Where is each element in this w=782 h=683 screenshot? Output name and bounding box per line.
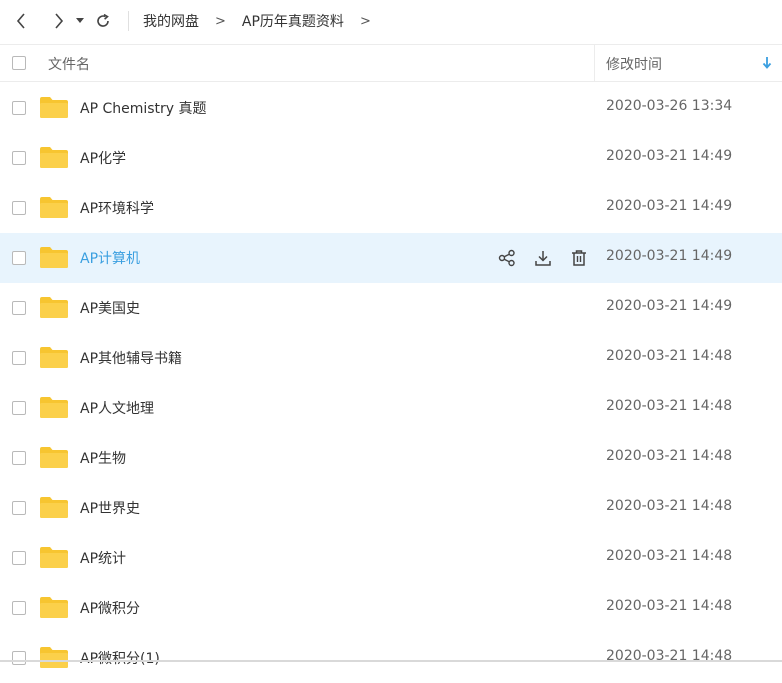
row-checkbox[interactable] — [12, 301, 26, 315]
breadcrumb-separator: > — [359, 13, 371, 29]
row-checkbox[interactable] — [12, 251, 26, 265]
folder-icon — [40, 97, 68, 118]
modified-time: 2020-03-21 14:49 — [606, 198, 733, 214]
folder-icon — [40, 347, 68, 368]
file-row[interactable]: AP环境科学 2020-03-21 14:49 — [0, 183, 782, 233]
delete-button[interactable] — [568, 247, 590, 269]
breadcrumb-root[interactable]: 我的网盘 — [143, 11, 199, 31]
folder-icon — [40, 547, 68, 568]
back-button[interactable] — [6, 6, 36, 36]
row-checkbox[interactable] — [12, 351, 26, 365]
file-row[interactable]: AP微积分 2020-03-21 14:48 — [0, 583, 782, 633]
file-row[interactable]: AP化学 2020-03-21 14:49 — [0, 133, 782, 183]
file-name[interactable]: AP其他辅导书籍 — [80, 348, 182, 368]
history-dropdown-button[interactable] — [70, 6, 90, 36]
file-row[interactable]: AP人文地理 2020-03-21 14:48 — [0, 383, 782, 433]
file-row[interactable]: AP计算机 2020-03-21 14:49 — [0, 233, 782, 283]
file-row[interactable]: AP其他辅导书籍 2020-03-21 14:48 — [0, 333, 782, 383]
share-button[interactable] — [496, 247, 518, 269]
modified-time: 2020-03-21 14:48 — [606, 548, 733, 564]
modified-time: 2020-03-21 14:48 — [606, 348, 733, 364]
download-button[interactable] — [532, 247, 554, 269]
row-actions — [496, 247, 590, 269]
folder-icon — [40, 597, 68, 618]
file-name[interactable]: AP微积分(1) — [80, 648, 160, 668]
row-checkbox[interactable] — [12, 551, 26, 565]
toolbar-divider — [128, 11, 129, 31]
navigation-toolbar: 我的网盘 > AP历年真题资料 > — [0, 0, 782, 42]
folder-icon — [40, 147, 68, 168]
chevron-right-icon — [55, 13, 64, 29]
folder-icon — [40, 247, 68, 268]
folder-icon — [40, 497, 68, 518]
file-row[interactable]: AP美国史 2020-03-21 14:49 — [0, 283, 782, 333]
file-list: AP Chemistry 真题 2020-03-26 13:34 AP化学 2020-… — [0, 83, 782, 683]
modified-time: 2020-03-21 14:48 — [606, 598, 733, 614]
row-checkbox[interactable] — [12, 501, 26, 515]
file-name[interactable]: AP统计 — [80, 548, 126, 568]
file-row[interactable]: AP生物 2020-03-21 14:48 — [0, 433, 782, 483]
refresh-button[interactable] — [88, 6, 118, 36]
breadcrumb-current[interactable]: AP历年真题资料 — [242, 11, 344, 31]
file-name[interactable]: AP环境科学 — [80, 198, 154, 218]
row-checkbox[interactable] — [12, 101, 26, 115]
file-list-header: 文件名 修改时间 — [0, 44, 782, 82]
row-checkbox[interactable] — [12, 201, 26, 215]
folder-icon — [40, 397, 68, 418]
modified-time: 2020-03-21 14:48 — [606, 448, 733, 464]
file-name[interactable]: AP微积分 — [80, 598, 140, 618]
file-row[interactable]: AP Chemistry 真题 2020-03-26 13:34 — [0, 83, 782, 133]
file-name[interactable]: AP人文地理 — [80, 398, 154, 418]
trash-icon — [572, 250, 586, 266]
modified-time: 2020-03-21 14:48 — [606, 398, 733, 414]
file-row[interactable]: AP微积分(1) 2020-03-21 14:48 — [0, 633, 782, 683]
column-header-name[interactable]: 文件名 — [48, 54, 90, 74]
column-divider[interactable] — [594, 45, 595, 81]
file-name[interactable]: AP计算机 — [80, 248, 140, 268]
arrow-down-icon[interactable] — [762, 56, 772, 69]
file-row[interactable]: AP世界史 2020-03-21 14:48 — [0, 483, 782, 533]
breadcrumb-separator: > — [215, 13, 226, 29]
modified-time: 2020-03-21 14:49 — [606, 298, 733, 314]
row-checkbox[interactable] — [12, 401, 26, 415]
modified-time: 2020-03-21 14:49 — [606, 248, 733, 264]
file-name[interactable]: AP Chemistry 真题 — [80, 98, 207, 118]
folder-icon — [40, 647, 68, 668]
modified-time: 2020-03-26 13:34 — [606, 98, 733, 114]
row-checkbox[interactable] — [12, 651, 26, 665]
file-name[interactable]: AP化学 — [80, 148, 126, 168]
file-name[interactable]: AP美国史 — [80, 298, 140, 318]
caret-down-icon — [76, 18, 84, 23]
modified-time: 2020-03-21 14:49 — [606, 148, 733, 164]
file-name[interactable]: AP生物 — [80, 448, 126, 468]
chevron-left-icon — [16, 13, 25, 29]
column-header-modified-time[interactable]: 修改时间 — [606, 54, 662, 74]
row-checkbox[interactable] — [12, 601, 26, 615]
folder-icon — [40, 297, 68, 318]
download-icon — [535, 251, 551, 266]
folder-icon — [40, 197, 68, 218]
select-all-checkbox[interactable] — [12, 56, 26, 70]
modified-time: 2020-03-21 14:48 — [606, 498, 733, 514]
file-row[interactable]: AP统计 2020-03-21 14:48 — [0, 533, 782, 583]
row-checkbox[interactable] — [12, 151, 26, 165]
folder-icon — [40, 447, 68, 468]
refresh-icon — [97, 13, 109, 27]
file-name[interactable]: AP世界史 — [80, 498, 140, 518]
share-icon — [498, 249, 515, 267]
row-checkbox[interactable] — [12, 451, 26, 465]
